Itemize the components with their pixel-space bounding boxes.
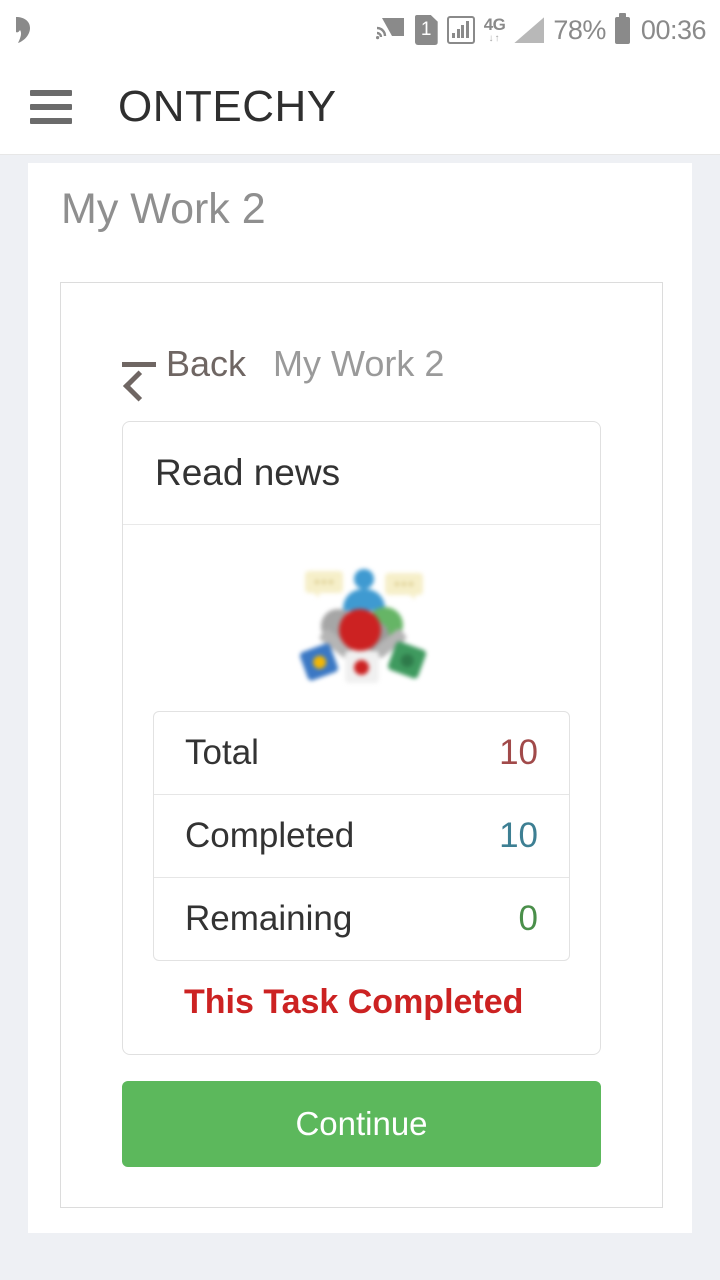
continue-button-wrap: Continue — [122, 1081, 601, 1167]
team-collaboration-illustration — [297, 559, 427, 689]
task-stats-table: Total 10 Completed 10 Remaining 0 — [153, 711, 570, 961]
continue-button[interactable]: Continue — [122, 1081, 601, 1167]
app-notification-icon — [12, 15, 34, 45]
table-row: Total 10 — [154, 712, 569, 795]
status-bar-right: 1 4G ↓↑ 78% 00:36 — [375, 12, 707, 46]
task-detail-card: Read news Total 10 Completed 10 Remainin… — [122, 421, 601, 1055]
back-button[interactable]: Back — [122, 343, 246, 385]
signal-strength-boxed-icon — [446, 16, 475, 44]
breadcrumb-current: My Work 2 — [273, 343, 445, 384]
stat-value-remaining: 0 — [518, 899, 538, 938]
task-title: Read news — [155, 452, 341, 493]
stat-value-total: 10 — [499, 733, 538, 772]
status-bar-clock: 00:36 — [640, 14, 707, 45]
stat-value-completed: 10 — [499, 816, 538, 855]
status-bar: 1 4G ↓↑ 78% 00:36 — [0, 0, 720, 60]
sim-card-icon: 1 — [414, 15, 438, 45]
data-transfer-arrows: ↓↑ — [488, 33, 501, 44]
arrow-left-icon — [122, 350, 156, 378]
speech-bubble-left-icon — [304, 571, 343, 598]
hamburger-menu-icon[interactable] — [30, 90, 72, 124]
page-panel: My Work 2 Back My Work 2 Read news Total… — [28, 163, 692, 1233]
task-card-body: Total 10 Completed 10 Remaining 0 This T… — [123, 525, 600, 1054]
status-bar-left — [12, 15, 34, 45]
battery-icon — [614, 12, 630, 44]
back-button-label: Back — [166, 343, 247, 384]
signal-bars-icon — [514, 17, 545, 43]
illustration-wrap — [153, 547, 570, 711]
page-title: My Work 2 — [61, 185, 266, 233]
task-card-header: Read news — [123, 422, 600, 525]
stat-label-completed: Completed — [185, 816, 355, 855]
breadcrumb: Back My Work 2 — [61, 343, 662, 385]
network-type-label: 4G — [483, 15, 506, 34]
circle-red-shape — [338, 609, 381, 651]
person-head-shape — [353, 569, 374, 589]
cast-icon — [375, 15, 406, 46]
work-card: Back My Work 2 Read news Total 10 Comple… — [60, 282, 663, 1208]
page-container: My Work 2 Back My Work 2 Read news Total… — [0, 155, 720, 1279]
stat-label-total: Total — [185, 733, 259, 772]
table-row: Completed 10 — [154, 795, 569, 878]
square-white-shape — [344, 651, 379, 683]
battery-percent-label: 78% — [553, 14, 606, 45]
status-badge: This Task Completed — [184, 983, 524, 1021]
table-row: Remaining 0 — [154, 878, 569, 960]
network-type-indicator: 4G ↓↑ — [484, 16, 506, 44]
app-brand-title: ONTECHY — [118, 82, 337, 131]
stat-label-remaining: Remaining — [185, 899, 353, 938]
app-bar: ONTECHY — [0, 60, 720, 155]
sim-slot-number: 1 — [420, 19, 432, 40]
speech-bubble-right-icon — [384, 573, 423, 600]
